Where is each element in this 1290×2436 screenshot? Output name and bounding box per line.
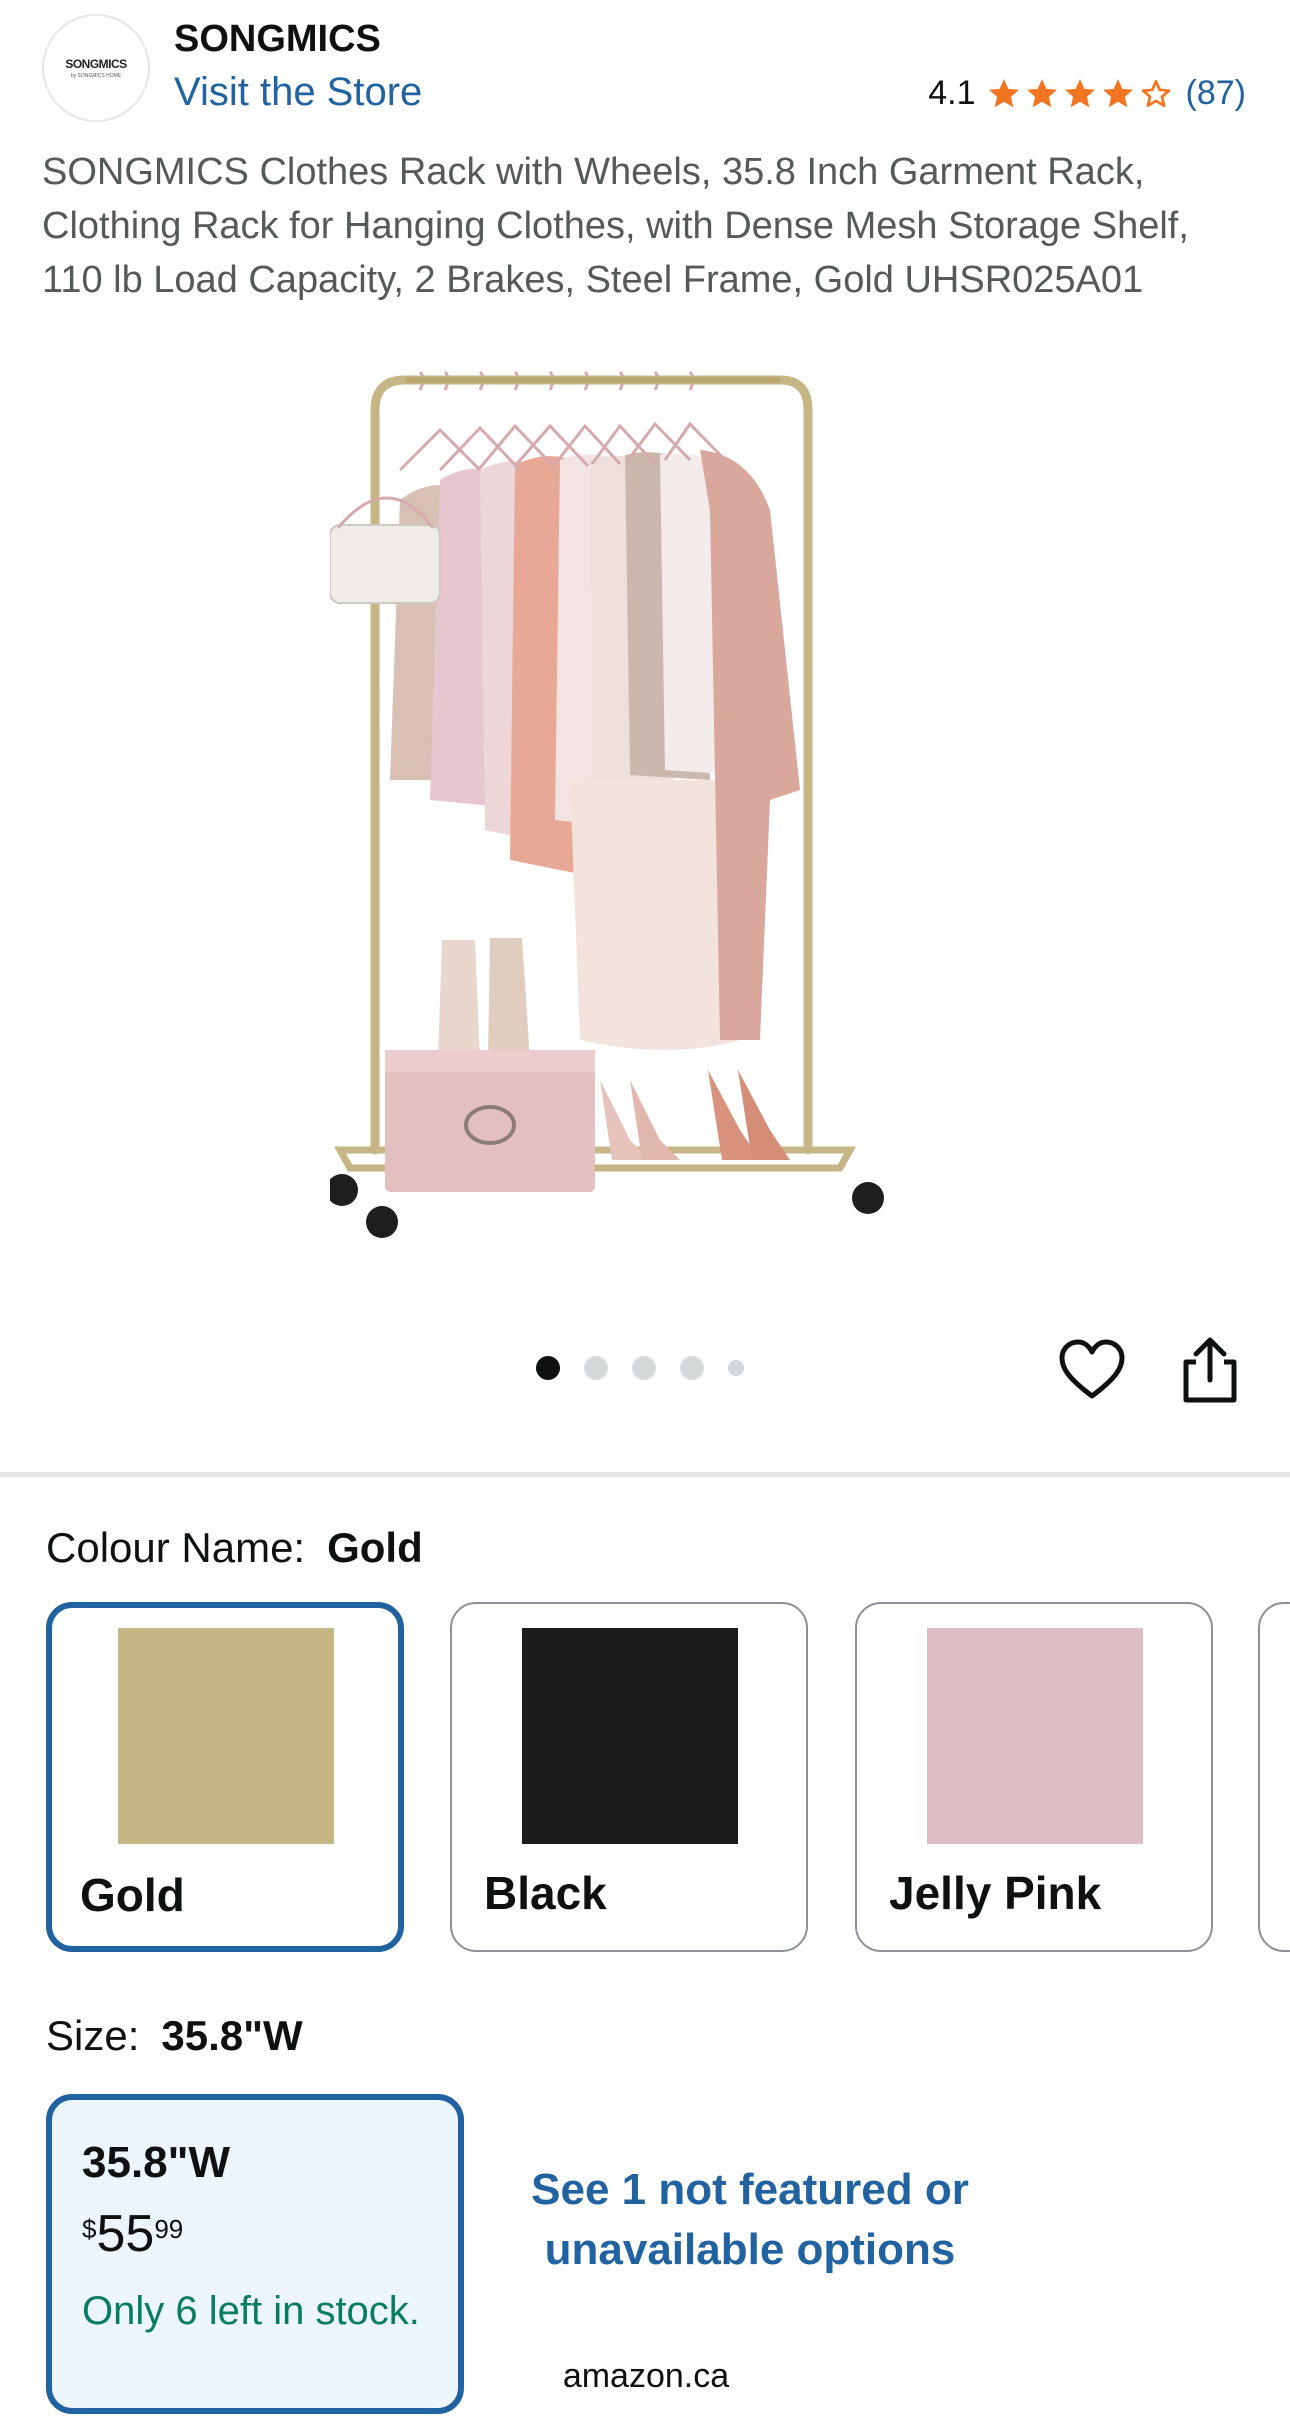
brand-name: SONGMICS <box>174 18 381 60</box>
colour-option-partial[interactable] <box>1258 1602 1290 1952</box>
store-logo-text: SONGMICS <box>65 57 127 71</box>
rating-summary[interactable]: 4.1 (87) <box>928 74 1246 113</box>
colour-selected-value: Gold <box>327 1524 423 1571</box>
colour-option-label: Black <box>484 1867 607 1919</box>
star-full-icon <box>1064 78 1095 107</box>
product-image[interactable] <box>330 360 950 1260</box>
colour-swatch-jelly-pink <box>927 1628 1143 1844</box>
colour-swatch-black <box>522 1628 738 1844</box>
colour-label-text: Colour Name: <box>46 1524 306 1571</box>
image-carousel-dots[interactable] <box>536 1356 744 1380</box>
see-unavailable-options-link[interactable]: See 1 not featured or unavailable option… <box>500 2160 1000 2332</box>
size-option-name: 35.8"W <box>82 2138 231 2187</box>
colour-option-jelly-pink[interactable]: Jelly Pink <box>855 1602 1213 1952</box>
star-full-icon <box>1026 78 1057 107</box>
share-icon[interactable] <box>1180 1336 1240 1404</box>
star-empty-icon <box>1141 79 1170 107</box>
carousel-dot[interactable] <box>728 1360 744 1376</box>
browser-url: amazon.ca <box>562 2356 730 2395</box>
stock-status: Only 6 left in stock. <box>82 2289 420 2333</box>
colour-option-label: Gold <box>80 1869 185 1921</box>
visit-store-link[interactable]: Visit the Store <box>174 70 422 115</box>
heart-icon[interactable] <box>1058 1338 1126 1402</box>
rating-stars <box>986 76 1174 112</box>
section-divider <box>0 1472 1290 1477</box>
star-full-icon <box>1102 78 1133 107</box>
colour-option-label: Jelly Pink <box>889 1867 1102 1919</box>
browser-url-bar[interactable]: amazon.ca <box>500 2328 792 2424</box>
star-full-icon <box>988 78 1019 107</box>
store-logo-subtext: by SONGMICS HOME <box>70 73 122 79</box>
colour-label: Colour Name: Gold <box>46 1524 423 1572</box>
store-header: SONGMICS by SONGMICS HOME SONGMICS Visit… <box>0 0 1290 135</box>
size-option-price: $ 55 99 <box>82 2206 458 2262</box>
size-label-text: Size: <box>46 2012 140 2059</box>
store-logo[interactable]: SONGMICS by SONGMICS HOME <box>42 14 150 122</box>
product-title: SONGMICS Clothes Rack with Wheels, 35.8 … <box>42 151 1189 301</box>
price-currency: $ <box>82 2214 97 2244</box>
carousel-dot[interactable] <box>632 1356 656 1380</box>
colour-option-gold[interactable]: Gold <box>46 1602 404 1952</box>
size-option-selected[interactable]: 35.8"W $ 55 99 Only 6 left in stock. <box>46 2094 464 2414</box>
size-selected-value: 35.8"W <box>161 2012 303 2059</box>
price-fraction: 99 <box>154 2214 184 2244</box>
rating-value: 4.1 <box>928 74 976 112</box>
size-label: Size: 35.8"W <box>46 2012 303 2060</box>
colour-option-black[interactable]: Black <box>450 1602 808 1952</box>
colour-swatch-gold <box>118 1628 334 1844</box>
price-whole: 55 <box>96 2205 155 2263</box>
carousel-dot[interactable] <box>680 1356 704 1380</box>
carousel-dot-active[interactable] <box>536 1356 560 1380</box>
rating-count: (87) <box>1185 74 1246 112</box>
carousel-dot[interactable] <box>584 1356 608 1380</box>
